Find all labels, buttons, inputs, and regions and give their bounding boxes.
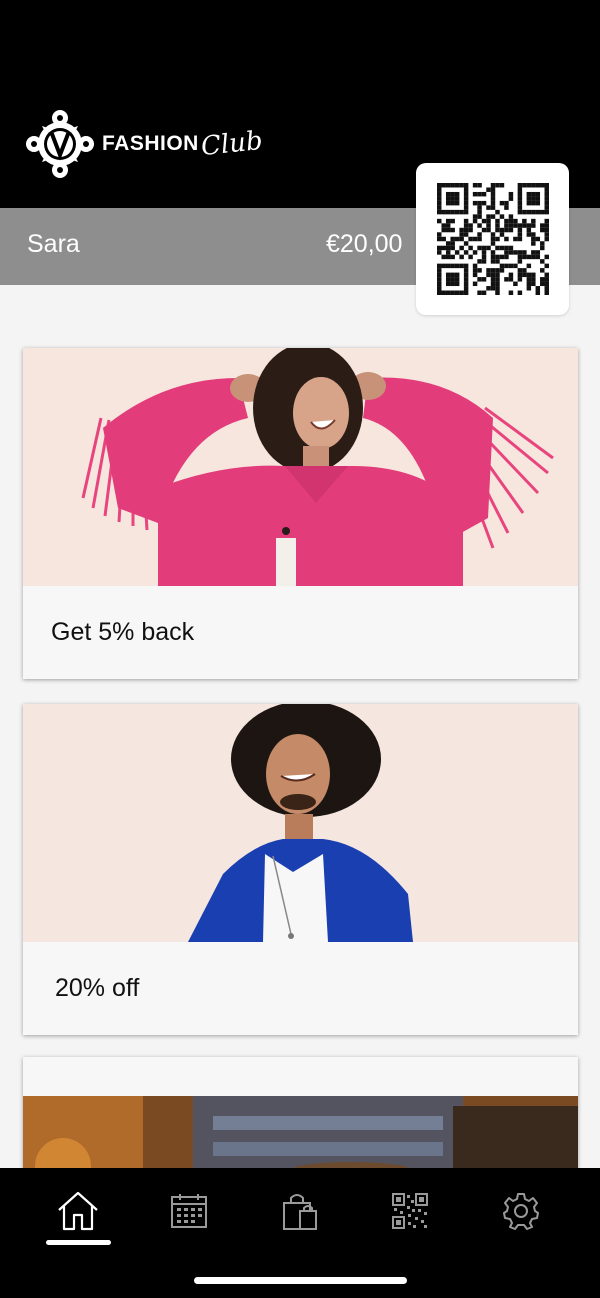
- brand-logo: FASHION Club: [24, 108, 264, 180]
- tab-shop[interactable]: [270, 1186, 330, 1236]
- offer-card[interactable]: [23, 1057, 578, 1168]
- offer-image-blue-jacket: [23, 704, 578, 942]
- qr-code-icon: [392, 1193, 428, 1229]
- tab-calendar[interactable]: [159, 1186, 219, 1236]
- home-indicator: [194, 1277, 407, 1284]
- brand-wordmark: FASHION: [102, 132, 199, 155]
- offer-image-coffee: [23, 1096, 578, 1168]
- gear-icon: [503, 1193, 539, 1230]
- brand-script: Club: [199, 125, 264, 163]
- tab-settings[interactable]: [491, 1186, 551, 1236]
- offer-image-pink-jacket: [23, 348, 578, 586]
- offer-caption: 20% off: [55, 974, 140, 1002]
- bottom-tab-bar: [0, 1168, 600, 1298]
- offer-card[interactable]: Get 5% back: [23, 348, 578, 679]
- offer-card[interactable]: 20% off: [23, 704, 578, 1035]
- qr-code-image: [436, 183, 549, 295]
- offers-feed[interactable]: Get 5% back 20% off: [0, 285, 600, 1168]
- balance-amount: €20,00: [326, 230, 403, 258]
- tab-home[interactable]: [48, 1186, 108, 1236]
- home-icon: [58, 1191, 98, 1231]
- tab-qr-code[interactable]: [380, 1186, 440, 1236]
- brand-emblem-icon: [26, 110, 94, 178]
- active-tab-indicator: [46, 1240, 111, 1245]
- offer-caption: Get 5% back: [51, 618, 195, 646]
- user-name: Sara: [27, 230, 80, 258]
- calendar-icon: [171, 1194, 207, 1228]
- shopping-bag-icon: [283, 1194, 317, 1230]
